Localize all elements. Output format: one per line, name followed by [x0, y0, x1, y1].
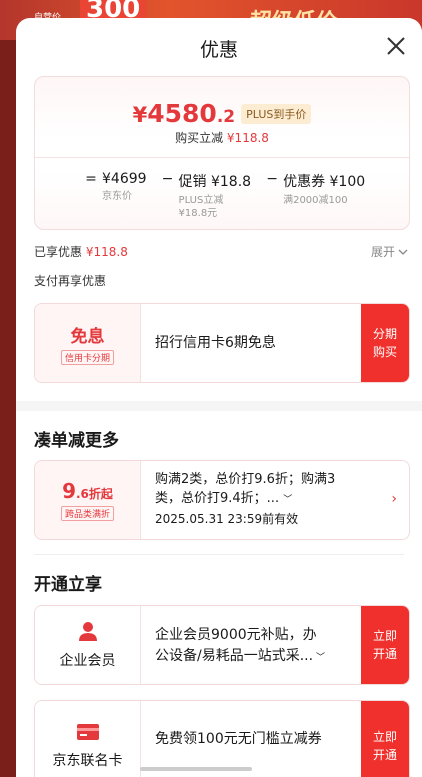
enterprise-member-card[interactable]: 企业会员 企业会员9000元补贴，办 公设备/易耗品一站式采... ﹀ 立即 开通: [34, 605, 410, 685]
installment-text: 招行信用卡6期免息: [155, 335, 276, 351]
chevron-down-icon: [398, 249, 408, 255]
jd-price-col: ¥4699 京东价: [102, 171, 147, 202]
cobrand-text: 免费领100元无门槛立减券: [155, 731, 322, 747]
open-section-title: 开通立享: [34, 575, 102, 595]
final-price: ¥4580.2: [132, 99, 236, 128]
enjoyed-discount: 已享优惠 ¥118.8: [34, 245, 128, 259]
cobrand-card[interactable]: 京东联名卡 免费领100元无门槛立减券 立即 开通: [34, 700, 410, 777]
price-formula: = ¥4699 京东价 − 促销 ¥18.8 PLUS立减 ¥18.8元 − 优…: [80, 171, 375, 220]
section-divider: [34, 554, 404, 555]
equals-sign: =: [85, 171, 97, 187]
expand-toggle[interactable]: 展开: [371, 243, 408, 260]
price-divider: [35, 157, 409, 158]
combo-badge: 9.6折起 跨品类满折: [35, 461, 141, 539]
installment-buy-button[interactable]: 分期 购买: [361, 304, 409, 382]
installment-badge: 免息 信用卡分期: [35, 304, 141, 382]
combo-section-title: 凑单减更多: [34, 431, 119, 451]
chevron-down-icon: ﹀: [283, 495, 293, 505]
credit-card-icon: [76, 723, 99, 740]
sheet-title: 优惠: [199, 39, 238, 61]
enterprise-text: 企业会员9000元补贴，办 公设备/易耗品一站式采... ﹀: [155, 627, 325, 664]
coupon-col: 优惠券 ¥100 满2000减100: [283, 174, 366, 206]
installment-card[interactable]: 免息 信用卡分期 招行信用卡6期免息 分期 购买: [34, 303, 410, 383]
combo-text: 购满2类，总价打9.6折；购满3 类，总价打9.4折；... ﹀ 2025.05…: [155, 472, 336, 526]
price-card: ¥4580.2 PLUS到手价 购买立减 ¥118.8 = ¥4699 京东价 −…: [34, 76, 410, 230]
close-icon[interactable]: [382, 32, 410, 60]
person-icon: [78, 622, 97, 641]
enterprise-open-button[interactable]: 立即 开通: [361, 606, 409, 684]
buy-reduce: 购买立减 ¥118.8: [175, 131, 269, 145]
section-gap: [16, 401, 422, 411]
plus-price-tag: PLUS到手价: [241, 104, 312, 124]
pay-more-title: 支付再享优惠: [34, 274, 107, 288]
cobrand-badge: 京东联名卡: [35, 701, 141, 777]
enterprise-badge: 企业会员: [35, 606, 141, 684]
minus-sign: −: [161, 171, 174, 187]
combo-card[interactable]: 9.6折起 跨品类满折 购满2类，总价打9.6折；购满3 类，总价打9.4折；.…: [34, 460, 410, 540]
home-indicator[interactable]: [140, 767, 252, 771]
chevron-down-icon: ﹀: [313, 653, 325, 663]
minus-sign: −: [266, 171, 278, 187]
cobrand-open-button[interactable]: 立即 开通: [361, 701, 409, 777]
discount-sheet: 优惠 ¥4580.2 PLUS到手价 购买立减 ¥118.8 = ¥4699 京东…: [16, 18, 422, 777]
promo-col: 促销 ¥18.8 PLUS立减 ¥18.8元: [178, 174, 252, 219]
chevron-right-icon: ›: [391, 491, 397, 507]
sheet-header: 优惠: [16, 18, 422, 76]
